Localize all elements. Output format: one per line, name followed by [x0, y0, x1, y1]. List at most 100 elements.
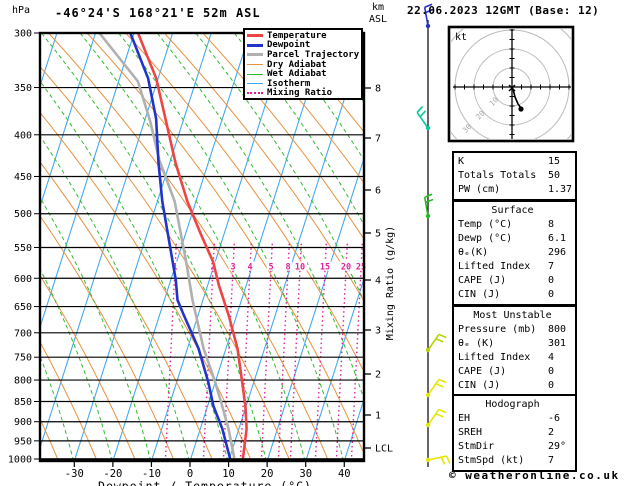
legend-swatch-parcel-trajectory	[247, 53, 263, 57]
mixing-ratio-value: 4	[247, 263, 252, 273]
table-row: CAPE (J) 0	[458, 365, 575, 379]
table-row: Lifted Index 4	[458, 351, 575, 365]
temperature-curve	[136, 33, 248, 460]
table-row-value: 0	[548, 275, 555, 286]
mixing-ratio-value: 20	[341, 263, 351, 273]
mixing-axis-label: Mixing Ratio (g/kg)	[385, 226, 396, 340]
pressure-tick-label: 400	[14, 130, 32, 141]
pressure-tick-label: 450	[14, 172, 32, 183]
mixing-ratio-value: 10	[295, 263, 305, 273]
table-row-label: CAPE (J)	[458, 366, 507, 377]
temperature-tick-label: -30	[65, 468, 84, 480]
km-tick-label: 2	[375, 370, 381, 381]
km-tick-label: 8	[375, 84, 381, 95]
legend-swatch-temperature	[247, 34, 263, 38]
table-row-label: SREH	[458, 427, 483, 438]
table-row-value: 29°	[548, 441, 567, 452]
wind-barb	[425, 378, 447, 398]
surface-table: Surface Temp (°C) 8 Dewp (°C) 6.1 θₑ(K) 296 Lif…	[452, 200, 577, 306]
table-row-label: θₑ(K)	[458, 247, 489, 258]
table-row-label: EH	[458, 413, 471, 424]
legend-swatch-wet-adiabat	[247, 73, 263, 75]
hodograph-panel: 102030 kt	[447, 25, 575, 143]
legend-swatch-mixing-ratio	[247, 92, 263, 95]
table-row-value: 50	[548, 170, 561, 181]
km-tick-label: 3	[375, 326, 381, 337]
legend-label: Dewpoint	[267, 40, 311, 51]
x-axis-label: Dewpoint / Temperature (°C)	[98, 479, 312, 486]
indices-table: K 15 Totals Totals 50 PW (cm) 1.37	[452, 151, 577, 201]
pressure-tick-label: 750	[14, 353, 32, 364]
table-row: θₑ(K) 296	[458, 246, 575, 260]
table-row: StmSpd (kt) 7	[458, 454, 575, 468]
table-row-value: 15	[548, 156, 561, 167]
legend-label: Parcel Trajectory	[267, 49, 360, 60]
table-header: Most Unstable	[473, 310, 552, 321]
lcl-label: LCL	[375, 444, 393, 455]
mixing-ratio-value: 3	[230, 263, 235, 273]
table-row: StmDir 29°	[458, 440, 575, 454]
table-row-value: 296	[548, 247, 567, 258]
pressure-tick-label: 500	[14, 209, 32, 220]
table-row-label: Pressure (mb)	[458, 324, 537, 335]
km-tick-label: 7	[375, 134, 381, 145]
legend-item: Dry Adiabat	[247, 60, 361, 70]
hodograph-ring-label: 20	[474, 108, 487, 121]
table-row: CIN (J) 0	[458, 379, 575, 393]
hodograph-table: Hodograph EH -6 SREH 2 StmDir 29° StmSpd (kt) 7	[452, 394, 577, 472]
table-row: EH -6	[458, 412, 575, 426]
legend-box: Temperature Dewpoint Parcel Trajectory Dry …	[243, 28, 363, 100]
table-row-label: StmDir	[458, 441, 495, 452]
table-header: Hodograph	[485, 399, 540, 410]
table-row-value: 800	[548, 324, 567, 335]
legend-item: Dewpoint	[247, 40, 361, 51]
table-row-value: 7	[548, 455, 555, 466]
height-axis-unit-asl: ASL	[369, 14, 388, 25]
table-row-value: 6.1	[548, 233, 567, 244]
wind-barb	[425, 455, 451, 465]
km-tick-label: 5	[375, 229, 381, 240]
pressure-tick-label: 1000	[8, 455, 32, 466]
table-row: θₑ (K) 301	[458, 337, 575, 351]
table-row-label: CIN (J)	[458, 380, 501, 391]
hodograph-unit-label: kt	[455, 32, 467, 43]
table-row: Totals Totals 50	[458, 169, 575, 183]
height-axis-unit-km: km	[372, 2, 385, 13]
hodograph-storm-dot	[518, 106, 524, 112]
pressure-tick-label: 700	[14, 328, 32, 339]
pressure-tick-label: 550	[14, 243, 32, 254]
table-row-label: Temp (°C)	[458, 219, 513, 230]
table-row-value: 1.37	[548, 184, 573, 195]
table-row-label: CAPE (J)	[458, 275, 507, 286]
km-tick-label: 6	[375, 186, 381, 197]
table-row-value: 4	[548, 352, 555, 363]
table-row: SREH 2	[458, 426, 575, 440]
table-row-label: CIN (J)	[458, 289, 501, 300]
table-row: Dewp (°C) 6.1	[458, 232, 575, 246]
table-row: PW (cm) 1.37	[458, 183, 575, 197]
legend-item: Mixing Ratio	[247, 88, 361, 99]
table-row-label: Totals Totals	[458, 170, 537, 181]
km-tick-label: 1	[375, 411, 381, 422]
pressure-tick-label: 600	[14, 274, 32, 285]
legend-label: Mixing Ratio	[267, 88, 333, 99]
table-row-value: 2	[548, 427, 555, 438]
table-row-label: θₑ (K)	[458, 338, 495, 349]
table-row-label: Dewp (°C)	[458, 233, 513, 244]
table-row-label: PW (cm)	[458, 184, 501, 195]
mixing-ratio-value: 8	[285, 263, 290, 273]
temperature-tick-label: 40	[338, 468, 351, 480]
temperature-axis: -30 -20 -10 0 10 20 30 40Dewpoint / Temperature…	[65, 461, 351, 486]
table-row: Lifted Index 7	[458, 260, 575, 274]
km-tick-label: 4	[375, 276, 381, 287]
table-row: Pressure (mb) 800	[458, 323, 575, 337]
mixing-ratio-value: 5	[268, 263, 273, 273]
run-datetime-title: 22.06.2023 12GMT (Base: 12)	[407, 4, 600, 17]
height-axis: 8 7 6 5 4 3 2 1 LCL Mixing Ratio (g/kg)	[364, 84, 396, 455]
table-row: CIN (J) 0	[458, 288, 575, 302]
table-row-value: 0	[548, 366, 555, 377]
wind-barb-column	[416, 3, 451, 467]
pressure-tick-label: 350	[14, 83, 32, 94]
table-row-label: K	[458, 156, 465, 167]
table-row-label: StmSpd (kt)	[458, 455, 525, 466]
